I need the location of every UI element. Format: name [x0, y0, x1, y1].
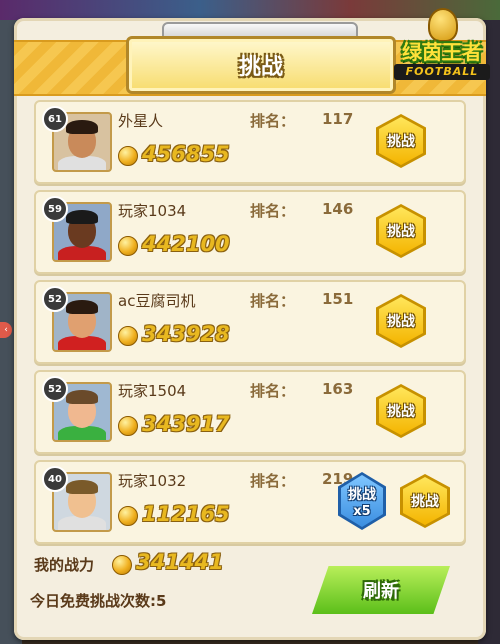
avatar-shirt: [58, 516, 106, 530]
rank-value: 117: [322, 110, 354, 128]
avatar-shirt: [58, 156, 106, 170]
page-title: 挑战: [238, 55, 283, 80]
challenge-button[interactable]: 挑战: [376, 204, 426, 258]
rank-value: 151: [322, 290, 354, 308]
challenge-button-label: 挑战: [411, 494, 439, 510]
logo-subtitle: FOOTBALL: [394, 64, 490, 80]
my-power-value: 341441: [136, 550, 224, 574]
level-badge: 40: [42, 466, 68, 492]
avatar-hair: [66, 300, 98, 314]
challenge-button[interactable]: 挑战: [376, 114, 426, 168]
coin-icon: [112, 555, 132, 575]
power-value: 343928: [142, 322, 230, 346]
challenge-button-label: 挑战: [387, 404, 415, 420]
level-badge: 52: [42, 286, 68, 312]
game-logo: 绿茵王者 FOOTBALL: [388, 8, 496, 84]
player-name: 玩家1032: [118, 472, 187, 490]
level-badge: 59: [42, 196, 68, 222]
level-badge: 52: [42, 376, 68, 402]
player-name: 外星人: [118, 112, 164, 130]
challenge-x5-multiplier: x5: [353, 503, 371, 519]
opponent-row: 40 玩家1032 排名： 219 112165 挑战 x5 挑战: [34, 460, 466, 544]
player-name: 玩家1034: [118, 202, 187, 220]
opponent-row: 59 玩家1034 排名： 146 442100 挑战: [34, 190, 466, 274]
coin-icon: [118, 506, 138, 526]
rank-value: 163: [322, 380, 354, 398]
challenge-button-label: 挑战: [387, 224, 415, 240]
coin-icon: [118, 236, 138, 256]
challenge-button-label: 挑战: [387, 314, 415, 330]
title-plate: 挑战: [126, 36, 396, 94]
avatar-hair: [66, 120, 98, 134]
player-name: ac豆腐司机: [118, 292, 196, 310]
rank-label: 排名：: [250, 382, 296, 400]
level-badge: 61: [42, 106, 68, 132]
power-value: 112165: [142, 502, 230, 526]
opponent-row: 61 外星人 排名： 117 456855 挑战: [34, 100, 466, 184]
power-value: 343917: [142, 412, 230, 436]
challenge-button[interactable]: 挑战: [400, 474, 450, 528]
my-power-label: 我的战力: [34, 556, 95, 574]
avatar-shirt: [58, 426, 106, 440]
avatar-shirt: [58, 246, 106, 260]
refresh-button-label: 刷新: [363, 581, 399, 602]
rank-label: 排名：: [250, 472, 296, 490]
coin-icon: [118, 416, 138, 436]
avatar-hair: [66, 210, 98, 224]
free-attempts-text: 今日免费挑战次数:5: [30, 592, 167, 610]
challenge-button-label: 挑战: [387, 134, 415, 150]
opponent-row: 52 玩家1504 排名： 163 343917 挑战: [34, 370, 466, 454]
power-value: 456855: [142, 142, 230, 166]
logo-title: 绿茵王者: [402, 40, 482, 64]
refresh-button[interactable]: 刷新: [312, 566, 450, 614]
coin-icon: [118, 146, 138, 166]
challenge-x5-label: 挑战: [348, 486, 376, 503]
challenge-button[interactable]: 挑战: [376, 294, 426, 348]
challenge-button[interactable]: 挑战: [376, 384, 426, 438]
rank-label: 排名：: [250, 202, 296, 220]
rank-value: 146: [322, 200, 354, 218]
power-value: 442100: [142, 232, 230, 256]
rank-label: 排名：: [250, 292, 296, 310]
avatar-hair: [66, 390, 98, 404]
opponent-row: 52 ac豆腐司机 排名： 151 343928 挑战: [34, 280, 466, 364]
rank-label: 排名：: [250, 112, 296, 130]
avatar-shirt: [58, 336, 106, 350]
coin-icon: [118, 326, 138, 346]
avatar-hair: [66, 480, 98, 494]
player-name: 玩家1504: [118, 382, 187, 400]
